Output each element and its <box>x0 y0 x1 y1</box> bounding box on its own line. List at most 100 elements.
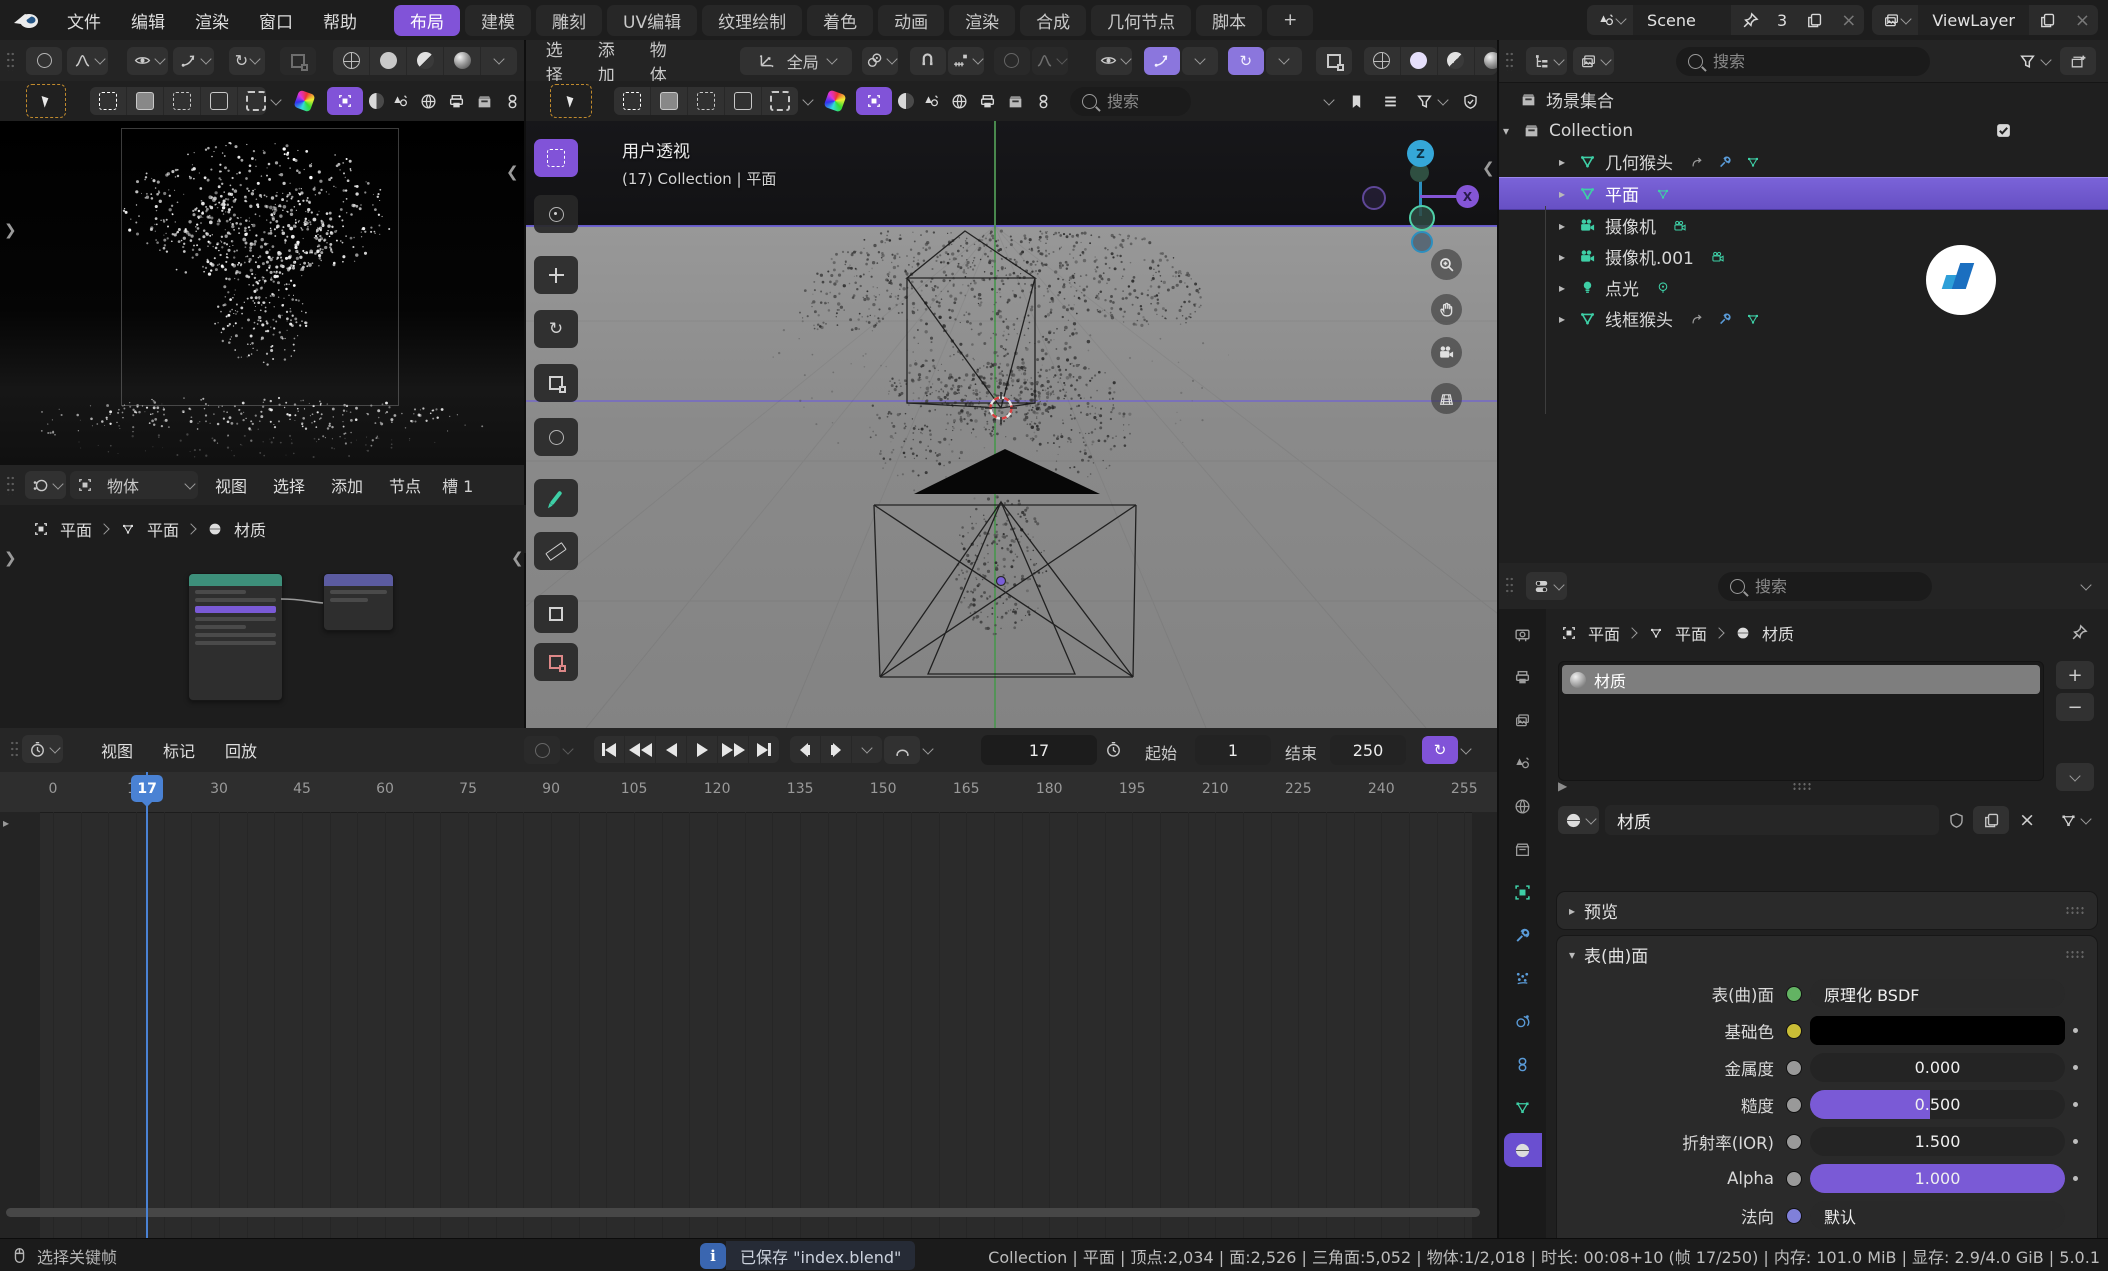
shading-solid-button[interactable] <box>370 47 406 75</box>
drag-handle-icon[interactable] <box>6 51 15 71</box>
collection-icon[interactable] <box>1004 90 1026 112</box>
nodetree-button[interactable] <box>2053 806 2094 834</box>
disable-render-icon[interactable] <box>2064 277 2086 299</box>
gradient-hex-icon[interactable] <box>293 90 315 113</box>
animate-dot-icon[interactable] <box>2065 1176 2085 1181</box>
viewlayer-selector[interactable]: ViewLayer × <box>1872 5 2098 35</box>
properties-tab[interactable] <box>1504 875 1542 909</box>
perspective-toggle-button[interactable] <box>1431 383 1462 414</box>
animate-dot-icon[interactable] <box>2065 1102 2085 1107</box>
select-visibility-button[interactable] <box>127 47 168 75</box>
slot-select[interactable]: 槽 1 <box>442 473 473 497</box>
xray-button[interactable] <box>1316 47 1352 75</box>
show-overlays-button[interactable]: ↻ <box>1228 47 1264 75</box>
tool-add-cube[interactable] <box>534 595 578 633</box>
animate-dot-icon[interactable] <box>2065 1065 2085 1070</box>
shading-material-button[interactable] <box>1438 47 1474 75</box>
checkbox-icon[interactable] <box>1992 308 2014 330</box>
property-field[interactable]: 原理化 BSDF <box>1810 979 2065 1008</box>
remove-slot-button[interactable]: − <box>2056 693 2094 721</box>
select-mode-intersect-button[interactable] <box>238 87 265 115</box>
gizmo-dropdown[interactable] <box>1182 47 1218 75</box>
collapse-sidebar-arrow[interactable]: ❮ <box>1482 159 1495 177</box>
new-collection-button[interactable] <box>2060 47 2096 75</box>
preview-panel[interactable]: ▸预览 <box>1556 891 2098 930</box>
breadcrumb-item[interactable]: 平面 <box>1558 621 1636 645</box>
breadcrumb-item[interactable]: 平面 <box>30 517 108 541</box>
shading-rendered-button[interactable] <box>444 47 480 75</box>
outliner-row[interactable]: ▸ 摄像机 <box>1499 210 2108 241</box>
outliner-row[interactable]: ▸ 点光 <box>1499 272 2108 303</box>
axis-z-handle[interactable]: Z <box>1407 140 1434 167</box>
keying-set-button[interactable] <box>884 736 932 764</box>
material-name-field[interactable]: 材质 <box>1605 805 1939 835</box>
snap-target-select[interactable] <box>948 47 984 75</box>
snap-toggle-button[interactable] <box>910 47 946 75</box>
tool-options-dropdown[interactable] <box>270 94 281 105</box>
shading-rendered-button[interactable] <box>1475 47 1497 75</box>
pin-icon[interactable] <box>2068 621 2090 643</box>
checkbox-icon[interactable] <box>1992 246 2014 268</box>
scene-collection-row[interactable]: 场景集合 <box>1499 84 2108 115</box>
material-slot-row[interactable]: 材质 <box>1562 665 2040 694</box>
viewport-canvas[interactable]: ↻ 用户透视 (17) Collection | 平面 Z X <box>526 121 1497 728</box>
viewlayer-name[interactable]: ViewLayer <box>1918 5 2029 35</box>
pivot-point-select[interactable] <box>862 47 898 75</box>
jump-end-button[interactable] <box>749 736 779 763</box>
breadcrumb-item[interactable]: 平面 <box>1645 621 1723 645</box>
tool-scale[interactable] <box>534 364 578 402</box>
select-mode-subtract-button[interactable] <box>164 87 200 115</box>
properties-tab[interactable] <box>1504 1133 1542 1167</box>
step-dropdown[interactable] <box>852 736 882 763</box>
expand-icon[interactable]: ▸ <box>1555 281 1569 295</box>
browse-material-button[interactable] <box>1558 806 1599 834</box>
expand-icon[interactable]: ▸ <box>1555 250 1569 264</box>
step-forward-button[interactable] <box>821 736 851 763</box>
expand-icon[interactable]: ▶ <box>1558 779 1567 793</box>
outliner-row[interactable]: ▾ Collection <box>1499 115 2108 146</box>
menu-item[interactable]: 窗口 <box>244 6 308 34</box>
menu-item[interactable]: 选择 <box>260 471 318 499</box>
saved-notification[interactable]: i 已保存 "index.blend" <box>700 1241 915 1270</box>
auto-key-button[interactable] <box>524 736 572 764</box>
hook-icon[interactable] <box>1032 90 1054 112</box>
jump-start-button[interactable] <box>594 736 624 763</box>
properties-tab[interactable] <box>1504 832 1542 866</box>
proportional-edit-button[interactable] <box>994 47 1030 75</box>
select-mode-extend-button[interactable] <box>127 87 163 115</box>
tool-extrude[interactable] <box>534 643 578 681</box>
workspace-tab[interactable]: 雕刻 <box>536 5 602 36</box>
properties-tab[interactable] <box>1504 961 1542 995</box>
shading-dropdown[interactable] <box>481 47 517 75</box>
shield-check-icon[interactable] <box>1459 90 1481 112</box>
drag-handle-icon[interactable] <box>1505 51 1514 71</box>
list-icon[interactable] <box>1379 90 1401 112</box>
preview-render-canvas[interactable]: ❯ ❮ <box>0 121 524 465</box>
blender-logo-icon[interactable] <box>12 8 42 32</box>
inkdrop-icon[interactable] <box>390 90 412 112</box>
search-input[interactable] <box>1753 576 1877 597</box>
slot-specials-button[interactable] <box>2056 763 2094 791</box>
hide-eye-icon[interactable] <box>2028 151 2050 173</box>
animate-dot-icon[interactable] <box>2065 1139 2085 1144</box>
remove-viewlayer-icon[interactable]: × <box>2067 5 2098 35</box>
tool-move[interactable] <box>534 256 578 294</box>
animate-dot-icon[interactable] <box>2065 1028 2085 1033</box>
orbit-button[interactable]: ↻ <box>229 47 265 75</box>
checkbox-icon[interactable] <box>1992 120 2014 142</box>
shading-solid-button[interactable] <box>1401 47 1437 75</box>
select-mode-invert-button[interactable] <box>725 87 761 115</box>
editor-type-button[interactable] <box>1526 47 1567 75</box>
collapse-dropdown[interactable] <box>1323 94 1334 105</box>
select-mode-new-button[interactable] <box>614 87 650 115</box>
checkbox-icon[interactable] <box>1992 151 2014 173</box>
gradient-hex-icon[interactable] <box>823 89 846 112</box>
menu-item[interactable]: 视图 <box>202 471 260 499</box>
zoom-button[interactable] <box>1431 249 1462 280</box>
properties-tab[interactable] <box>1504 703 1542 737</box>
hide-eye-icon[interactable] <box>2028 246 2050 268</box>
properties-tab[interactable] <box>1504 746 1542 780</box>
surface-panel[interactable]: ▾表(曲)面 表(曲)面 原理化 BSDF 基础色 <box>1556 935 2098 1238</box>
brush-icon[interactable] <box>976 90 998 112</box>
outliner-search[interactable] <box>1676 47 1930 76</box>
